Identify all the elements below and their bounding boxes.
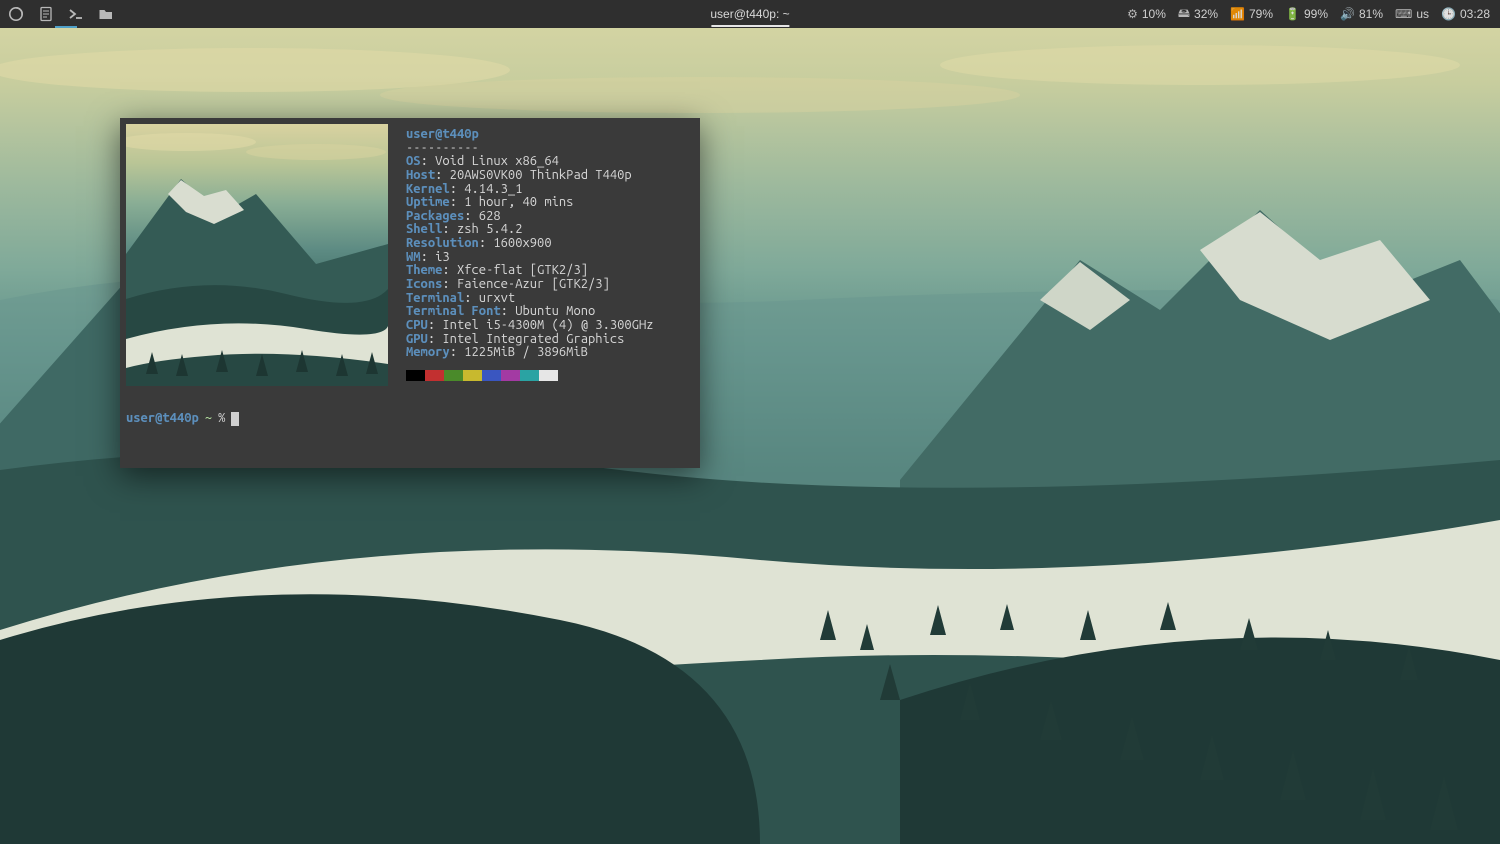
prompt-userhost: user@t440p [126,412,199,426]
terminal-icon[interactable] [68,6,84,22]
keyboard-layout[interactable]: ⌨us [1395,7,1429,21]
wifi-icon: 📶 [1230,7,1245,21]
top-panel: user@t440p: ~ ⚙10% 🖴32% 📶79% 🔋99% 🔊81% ⌨… [0,0,1500,28]
battery-icon: 🔋 [1285,7,1300,21]
window-title: user@t440p: ~ [710,1,789,27]
shell-prompt[interactable]: user@t440p ~ % [126,412,239,426]
text-editor-icon[interactable] [38,6,54,22]
neofetch-line-resolution: Resolution: 1600x900 [406,237,690,251]
color-swatch [463,370,482,381]
neofetch-line-terminal-font: Terminal Font: Ubuntu Mono [406,305,690,319]
neofetch-line-kernel: Kernel: 4.14.3_1 [406,183,690,197]
clock-icon: 🕒 [1441,7,1456,21]
neofetch-line-terminal: Terminal: urxvt [406,292,690,306]
volume-status[interactable]: 🔊81% [1340,7,1383,21]
neofetch-line-memory: Memory: 1225MiB / 3896MiB [406,346,690,360]
neofetch-line-shell: Shell: zsh 5.4.2 [406,223,690,237]
neofetch-line-wm: WM: i3 [406,251,690,265]
firefox-icon[interactable] [8,6,24,22]
file-manager-icon[interactable] [98,6,114,22]
terminal-window[interactable]: user@t440p ---------- OS: Void Linux x86… [120,118,700,468]
battery-status[interactable]: 🔋99% [1285,7,1328,21]
cpu-icon: ⚙ [1127,7,1138,21]
color-swatch [425,370,444,381]
prompt-cwd: ~ [205,412,212,426]
neofetch-line-gpu: GPU: Intel Integrated Graphics [406,333,690,347]
cpu-status[interactable]: ⚙10% [1127,7,1166,21]
keyboard-icon: ⌨ [1395,7,1412,21]
wifi-status[interactable]: 📶79% [1230,7,1273,21]
neofetch-line-theme: Theme: Xfce-flat [GTK2/3] [406,264,690,278]
neofetch-line-uptime: Uptime: 1 hour, 40 mins [406,196,690,210]
clock[interactable]: 🕒03:28 [1441,7,1490,21]
volume-icon: 🔊 [1340,7,1355,21]
window-title-underline [711,25,789,27]
neofetch-userhost: user@t440p [406,127,479,141]
active-app-indicator [55,26,77,28]
color-swatch [444,370,463,381]
cursor-block [231,412,239,426]
neofetch-line-os: OS: Void Linux x86_64 [406,155,690,169]
disk-status[interactable]: 🖴32% [1178,4,1218,25]
neofetch-separator: ---------- [406,142,690,156]
color-swatch [482,370,501,381]
color-swatch [406,370,425,381]
color-swatch [520,370,539,381]
neofetch-image [126,124,388,386]
color-swatch [539,370,558,381]
disk-icon: 🖴 [1178,4,1190,25]
neofetch-line-host: Host: 20AWS0VK00 ThinkPad T440p [406,169,690,183]
neofetch-line-packages: Packages: 628 [406,210,690,224]
neofetch-line-cpu: CPU: Intel i5-4300M (4) @ 3.300GHz [406,319,690,333]
neofetch-color-swatches [406,370,690,381]
neofetch-line-icons: Icons: Faience-Azur [GTK2/3] [406,278,690,292]
prompt-symbol: % [218,412,225,426]
color-swatch [501,370,520,381]
neofetch-output: user@t440p ---------- OS: Void Linux x86… [406,128,690,381]
